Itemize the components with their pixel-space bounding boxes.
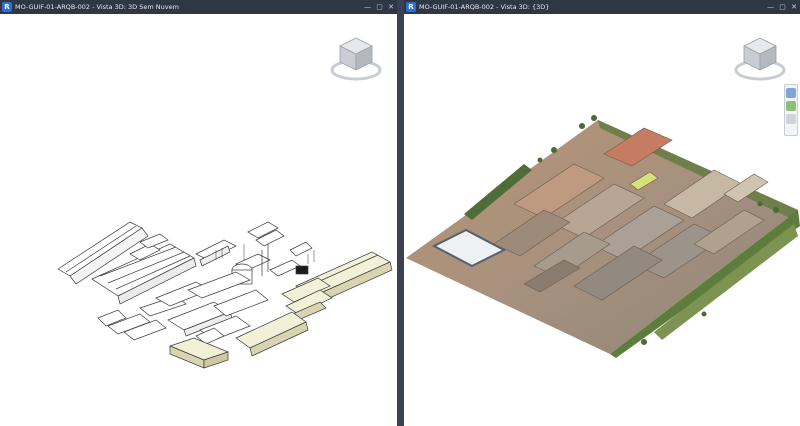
minimize-button[interactable]: — — [767, 3, 774, 11]
left-view-title-bar[interactable]: R MO-GUIF-01-ARQB-002 - Vista 3D: 3D Sem… — [0, 0, 397, 14]
revit-app-icon[interactable]: R — [2, 2, 12, 12]
close-button[interactable]: ✕ — [388, 3, 394, 11]
left-3d-view[interactable]: R MO-GUIF-01-ARQB-002 - Vista 3D: 3D Sem… — [0, 0, 397, 426]
right-view-title-bar[interactable]: R MO-GUIF-01-ARQB-002 - Vista 3D: {3D} —… — [404, 0, 800, 14]
navigation-bar[interactable] — [784, 84, 798, 136]
steering-wheel-icon[interactable] — [786, 88, 796, 98]
right-3d-view[interactable]: R MO-GUIF-01-ARQB-002 - Vista 3D: {3D} —… — [404, 0, 800, 426]
left-viewport-canvas[interactable] — [0, 14, 397, 426]
viewcube-icon[interactable] — [732, 34, 788, 84]
view-divider[interactable] — [397, 0, 404, 426]
revit-app-icon[interactable]: R — [406, 2, 416, 12]
viewcube-icon[interactable] — [328, 34, 384, 84]
close-button[interactable]: ✕ — [791, 3, 797, 11]
left-window-controls: — ▢ ✕ — [361, 0, 394, 14]
right-view-title: MO-GUIF-01-ARQB-002 - Vista 3D: {3D} — [419, 3, 550, 11]
right-window-controls: — ▢ ✕ — [764, 0, 797, 14]
expand-icon[interactable] — [786, 114, 796, 124]
restore-button[interactable]: ▢ — [376, 3, 383, 11]
zoom-icon[interactable] — [786, 101, 796, 111]
right-viewport-canvas[interactable] — [404, 14, 800, 426]
restore-button[interactable]: ▢ — [779, 3, 786, 11]
minimize-button[interactable]: — — [364, 3, 371, 11]
left-view-title: MO-GUIF-01-ARQB-002 - Vista 3D: 3D Sem N… — [15, 3, 179, 11]
